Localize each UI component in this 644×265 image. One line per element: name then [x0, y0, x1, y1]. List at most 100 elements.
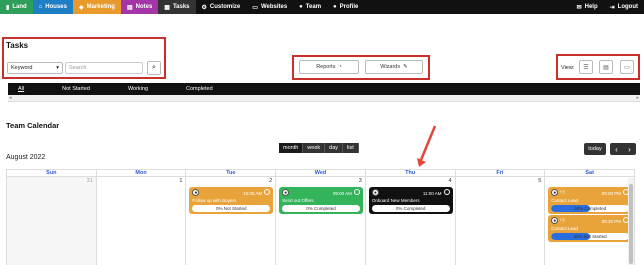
event-title: Follow up with Buyers	[192, 198, 237, 203]
day-number: 31	[86, 178, 93, 184]
top-nav: ▮ Land ⌂ Houses ◆ Marketing ▤ Notes ▦ Tasks ⚙…	[0, 0, 644, 14]
event-avatars: ●	[371, 189, 379, 196]
calendar-event[interactable]: ● 11:00 AM Onboard New Members 0% Completed	[368, 187, 453, 214]
day-cell[interactable]: 31	[7, 177, 97, 265]
day-header-mon: Mon	[96, 169, 187, 177]
view-list-mode-button[interactable]: list	[343, 143, 359, 153]
nav-help[interactable]: ✉ Help	[571, 0, 604, 14]
event-avatars: ●	[192, 189, 200, 196]
day-header-fri: Fri	[455, 169, 546, 177]
event-avatars: ●	[282, 189, 290, 196]
nav-land[interactable]: ▮ Land	[0, 0, 33, 14]
calendar-event[interactable]: ● +3 09:30 PM Contact Lead 50% Not Started	[548, 215, 632, 242]
nav-websites[interactable]: ▭ Websites	[246, 0, 293, 14]
event-title: Send out Offers	[282, 198, 314, 203]
event-time: 09:30 PM	[602, 217, 629, 224]
day-header-sun: Sun	[7, 169, 97, 177]
calendar-nav: ‹ ›	[610, 143, 636, 155]
event-title: Contact Lead	[551, 198, 579, 203]
tag-icon: ◆	[78, 4, 84, 11]
nav-houses[interactable]: ⌂ Houses	[32, 0, 73, 14]
next-month-button[interactable]: ›	[623, 143, 636, 155]
tab-working[interactable]: Working	[118, 86, 158, 92]
event-title: Onboard New Members	[371, 198, 420, 203]
event-status: 0% Completed	[395, 206, 426, 211]
event-time: 09:00 AM	[333, 189, 360, 196]
scroll-left-icon: ◂	[9, 95, 12, 101]
tab-not-started[interactable]: Not Started	[52, 86, 100, 92]
chevron-left-icon: ‹	[615, 144, 618, 154]
event-status: 50% Completed	[574, 206, 607, 211]
calendar-grid: Sun31Mon1Tue2Wed3Thu4Fri5Sat6●10:00 AMFo…	[6, 169, 635, 265]
event-status: 0% Not Started	[216, 206, 247, 211]
view-day-button[interactable]: day	[325, 143, 344, 153]
monitor-icon: ▭	[252, 4, 258, 11]
day-number: 5	[538, 178, 542, 184]
tab-all[interactable]: All	[8, 86, 34, 92]
calendar-event[interactable]: ● +3 09:00 PM Contact Lead 50% Completed	[548, 187, 632, 214]
day-number: 3	[358, 178, 362, 184]
scroll-thumb[interactable]	[629, 184, 633, 264]
today-button[interactable]: today	[584, 143, 606, 155]
nav-team[interactable]: ● Team	[293, 0, 327, 14]
annotation-arrow	[417, 125, 437, 167]
calendar-view-switch: month week day list	[279, 143, 359, 153]
calendar-event[interactable]: ● 09:00 AM Send out Offers 0% Completed	[279, 187, 363, 214]
event-avatars: ● +3	[551, 189, 565, 196]
nav-tasks[interactable]: ▦ Tasks	[158, 0, 196, 14]
nav-marketing[interactable]: ◆ Marketing	[72, 0, 121, 14]
day-number: 2	[269, 178, 273, 184]
avatar-count: +3	[558, 189, 565, 195]
nav-profile[interactable]: ● Profile	[327, 0, 364, 14]
event-status: 0% Completed	[306, 206, 336, 211]
chat-icon: ✉	[576, 4, 582, 11]
avatar-count: +3	[558, 217, 565, 223]
day-header-wed: Wed	[276, 169, 366, 177]
avatar-icon: ●	[282, 189, 290, 196]
user-icon: ●	[333, 4, 337, 10]
nav-logout[interactable]: ⇥ Logout	[604, 0, 644, 14]
annotation-box-view	[556, 54, 640, 80]
note-icon: ▤	[126, 4, 133, 11]
event-avatars: ● +3	[551, 217, 565, 224]
chevron-right-icon: ›	[628, 144, 631, 154]
event-time: 11:00 AM	[423, 189, 450, 196]
annotation-box-actions	[292, 55, 430, 80]
day-cell[interactable]: 5	[456, 177, 546, 265]
event-progress: 0% Completed	[282, 205, 360, 212]
prev-month-button[interactable]: ‹	[610, 143, 623, 155]
nav-customize[interactable]: ⚙ Customize	[196, 0, 247, 14]
calendar-icon: ▦	[164, 4, 170, 11]
event-progress: 50% Completed	[551, 205, 629, 212]
event-progress: 0% Completed	[371, 205, 450, 212]
complete-checkbox-icon[interactable]	[353, 189, 360, 195]
event-progress: 50% Not Started	[551, 233, 629, 240]
event-status: 50% Not Started	[573, 234, 607, 239]
home-icon: ⌂	[38, 4, 43, 10]
view-week-button[interactable]: week	[303, 143, 326, 153]
event-title: Contact Lead	[551, 226, 579, 231]
status-tabs: All Not Started Working Completed	[8, 83, 640, 95]
day-header-thu: Thu	[365, 169, 456, 177]
nav-notes[interactable]: ▤ Notes	[120, 0, 159, 14]
scroll-right-icon: ▸	[636, 95, 639, 101]
event-progress: 0% Not Started	[192, 205, 271, 212]
event-time: 10:00 AM	[243, 189, 271, 196]
calendar-event[interactable]: ● 10:00 AM Follow up with Buyers 0% Not Sta…	[189, 187, 274, 214]
user-icon: ●	[299, 4, 303, 10]
day-number: 4	[448, 178, 452, 184]
tab-completed[interactable]: Completed	[176, 86, 223, 92]
avatar-icon: ●	[192, 189, 200, 196]
annotation-box-search	[2, 37, 166, 79]
event-time: 09:00 PM	[602, 189, 629, 196]
avatar-icon: ●	[371, 189, 379, 196]
vertical-scrollbar[interactable]	[628, 178, 634, 265]
day-cell[interactable]: 1	[97, 177, 187, 265]
day-header-tue: Tue	[186, 169, 277, 177]
logout-icon: ⇥	[609, 4, 615, 11]
gear-icon: ⚙	[201, 4, 207, 11]
horizontal-scrollbar[interactable]: ◂ ▸	[8, 95, 640, 102]
view-month-button[interactable]: month	[279, 143, 304, 153]
complete-checkbox-icon[interactable]	[264, 189, 271, 195]
complete-checkbox-icon[interactable]	[443, 189, 450, 195]
